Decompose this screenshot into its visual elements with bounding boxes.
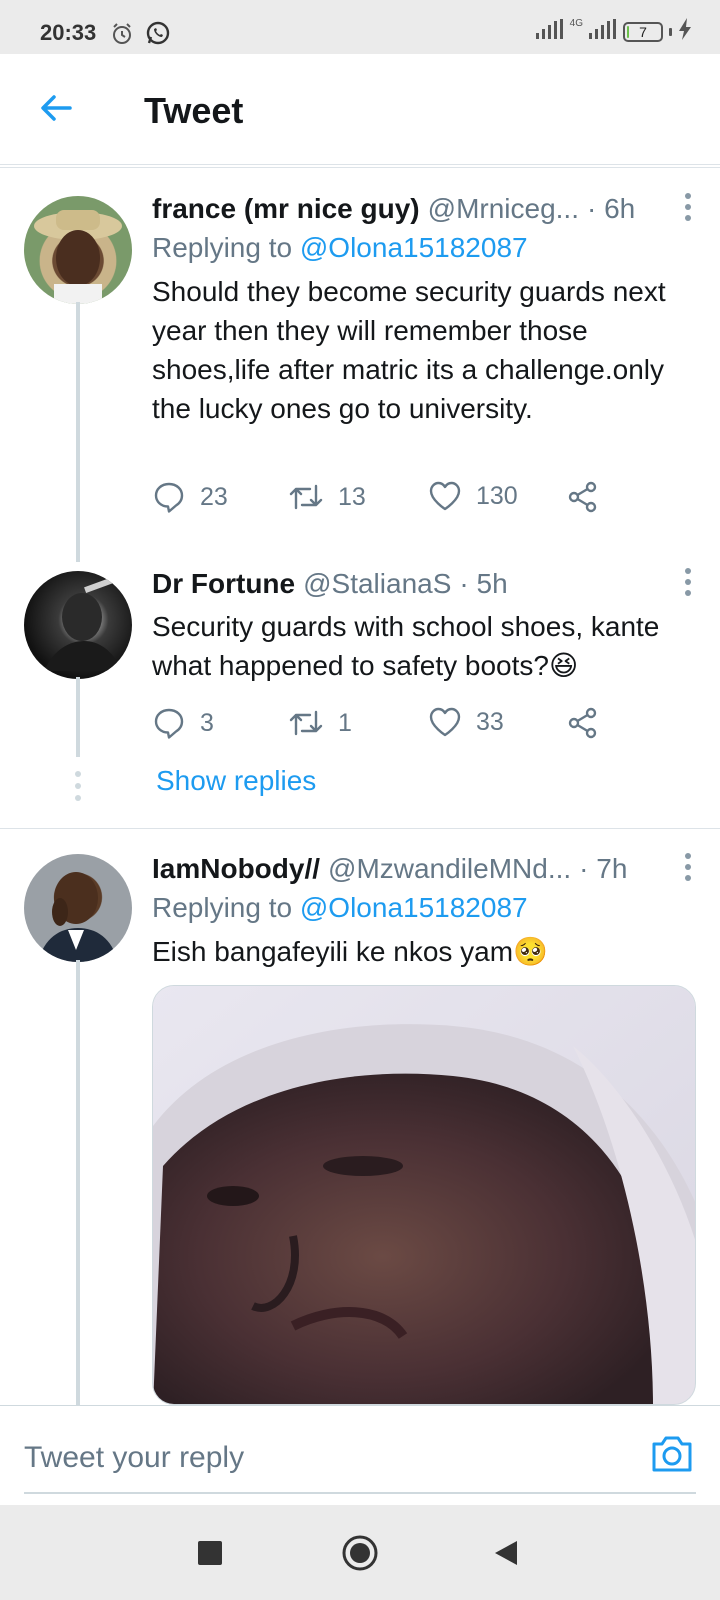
display-name[interactable]: Dr Fortune [152,565,295,603]
status-time: 20:33 [40,20,97,45]
camera-button[interactable] [648,1430,696,1478]
retweet-icon [289,484,323,510]
home-icon [342,1535,378,1571]
battery-icon: 7 [623,21,663,42]
like-button[interactable]: 33 [428,706,504,738]
thread-line [76,677,80,757]
more-vertical-icon[interactable] [682,852,694,887]
share-icon [568,481,597,513]
thread-line [76,960,80,1405]
tweet-actions: 23 13 130 [152,480,632,520]
share-button[interactable] [566,706,600,740]
retweet-button[interactable]: 1 [288,706,352,740]
user-handle[interactable]: @Mrniceg... [428,190,579,228]
retweet-count: 13 [338,482,366,511]
display-name[interactable]: france (mr nice guy) [152,190,420,228]
reply-count: 23 [200,482,228,511]
share-icon [568,707,597,739]
replying-label: Replying to [152,232,293,263]
reply-icon [154,482,184,513]
user-handle[interactable]: @StalianaS [303,565,451,603]
recents-icon [198,1541,222,1565]
like-count: 130 [476,481,518,510]
retweet-count: 1 [338,708,352,737]
back-button[interactable] [34,86,78,130]
tweet-header: Dr Fortune @StalianaS · 5h [152,565,694,603]
avatar[interactable] [24,854,132,962]
replying-to: Replying to @Olona15182087 [152,228,694,268]
tweet-body: Dr Fortune @StalianaS · 5h Security guar… [152,565,694,685]
tweet-text: Eish bangafeyili ke nkos yam🥺 [152,936,548,967]
status-bar: 20:33 4G 7 [0,0,720,54]
mention-link[interactable]: @Olona15182087 [300,892,528,923]
thread-dots [75,771,81,801]
reply-underline [24,1492,696,1494]
replying-label: Replying to [152,892,293,923]
like-icon [429,707,461,737]
share-button[interactable] [566,480,600,514]
replying-to: Replying to @Olona15182087 [152,888,694,928]
more-vertical-icon[interactable] [682,192,694,227]
show-replies-link[interactable]: Show replies [156,765,316,797]
tweet-time: · 7h [579,853,628,884]
avatar[interactable] [24,571,132,679]
tweet-media-image[interactable] [152,985,696,1405]
camera-icon [652,1436,692,1472]
network-type: 4G [569,18,583,29]
signal-icon [589,19,617,44]
battery-cap [669,27,672,36]
status-indicators: 4G 7 [535,18,692,45]
tweet-body: IamNobody// @MzwandileMNd... · 7h Replyi… [152,850,694,971]
like-button[interactable]: 130 [428,480,518,512]
signal-icon [535,19,564,44]
tweet-header: IamNobody// @MzwandileMNd... · 7h [152,850,694,888]
retweet-button[interactable]: 13 [288,480,366,514]
whatsapp-icon [145,20,171,51]
tweet-time: · 6h [587,193,636,224]
recents-button[interactable] [190,1533,230,1573]
like-icon [429,481,461,511]
tweet-actions: 3 1 33 [152,706,632,746]
charging-icon [678,18,692,45]
reply-count: 3 [200,708,214,737]
back-icon [495,1541,517,1565]
page-title: Tweet [144,90,244,131]
back-arrow-icon [41,95,72,121]
tweet-text: Security guards with school shoes, kante… [152,611,660,681]
like-count: 33 [476,707,504,736]
thread-line [76,302,80,562]
tweet[interactable]: Dr Fortune @StalianaS · 5h Security guar… [0,565,720,825]
battery-level: 7 [639,23,647,40]
avatar[interactable] [24,196,132,304]
reply-icon [154,708,184,739]
section-divider [0,828,720,829]
alarm-icon [110,22,134,51]
tweet-header: france (mr nice guy) @Mrniceg... · 6h [152,190,694,228]
tweet[interactable]: france (mr nice guy) @Mrniceg... · 6h Re… [0,190,720,562]
system-nav-bar [0,1505,720,1600]
tweet-body: france (mr nice guy) @Mrniceg... · 6h Re… [152,190,694,428]
reply-button[interactable]: 23 [152,480,228,514]
more-vertical-icon[interactable] [682,567,694,602]
home-button[interactable] [340,1533,380,1573]
header-divider [0,164,720,168]
reply-input[interactable] [24,1438,604,1478]
reply-button[interactable]: 3 [152,706,214,740]
back-nav-button[interactable] [486,1533,526,1573]
tweet-text: Should they become security guards next … [152,276,666,424]
battery-level-fill [627,25,629,38]
mention-link[interactable]: @Olona15182087 [300,232,528,263]
display-name[interactable]: IamNobody// [152,850,320,888]
retweet-icon [289,710,323,736]
tweet-time: · 5h [459,568,508,599]
app-header: Tweet [0,54,720,168]
user-handle[interactable]: @MzwandileMNd... [328,850,571,888]
reply-bar [0,1405,720,1505]
